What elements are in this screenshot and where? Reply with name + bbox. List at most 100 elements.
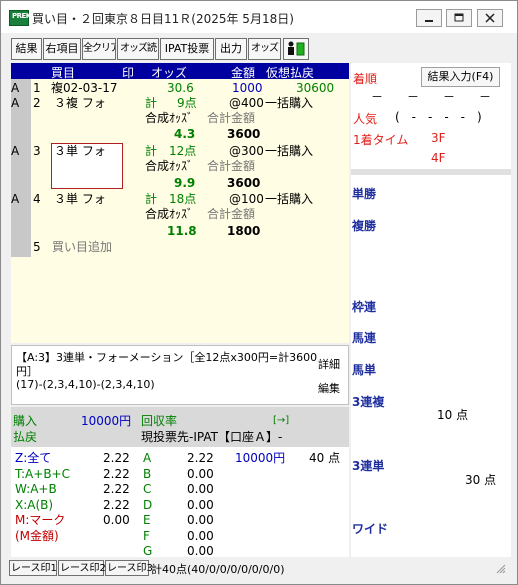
header-mark: 印 — [122, 66, 135, 80]
bet-text: ３単 フォ — [54, 144, 106, 158]
synth-odds-label: 合成ｵｯｽﾞ — [145, 159, 194, 173]
summary-panel: 購入 10000円 回収率 [→] 払戻 現投票先-IPAT【口座Ａ】- Z:全… — [11, 407, 349, 558]
result-input-button[interactable]: 結果入力(F4) — [421, 67, 500, 87]
bulk-buy-link[interactable]: 一括購入 — [265, 192, 313, 207]
mark-odds: 2.22 — [103, 466, 130, 481]
popularity-value: ( - - - - ) — [395, 110, 482, 124]
mark-letter: G — [143, 544, 153, 558]
mark-odds: 0.00 — [103, 513, 130, 527]
mark-letter: B — [143, 466, 152, 481]
mark-letter: D — [143, 497, 153, 512]
place-label: 複勝 — [352, 219, 377, 233]
bet-text: ３単 フォ — [54, 192, 106, 206]
mark-letter: C — [143, 482, 152, 496]
row-index-column-5 — [11, 237, 31, 257]
win-label: 単勝 — [352, 187, 377, 201]
total-amount-value: 3600 — [227, 176, 261, 190]
mark-key[interactable]: Z:全て — [15, 451, 51, 466]
arrival-dashes: － － － － — [371, 90, 492, 104]
right-item-button[interactable]: 右項目 — [43, 38, 81, 60]
count-label: 計 — [145, 144, 158, 158]
count-label: 計 — [145, 192, 158, 206]
mark-letter: E — [143, 513, 151, 527]
resize-grip-icon[interactable] — [496, 564, 506, 574]
minimize-icon — [425, 20, 433, 22]
mark-points: 40 点 — [309, 451, 341, 465]
synth-odds-value: 4.3 — [174, 127, 196, 141]
amount-value: 1000 — [232, 81, 263, 95]
popularity-label: 人気 — [353, 112, 378, 126]
row-kind: A — [11, 144, 20, 158]
status-bar: レース印1 レース印2 レース印3 計40点(40/0/0/0/0/0/0/0) — [9, 559, 509, 577]
row-kind: A — [11, 192, 20, 206]
app-logo-icon: PREK — [9, 10, 31, 26]
purchase-label: 購入 — [13, 414, 38, 428]
payout-value: 30600 — [296, 81, 335, 95]
race-mark-tab-1[interactable]: レース印1 — [9, 560, 57, 576]
trifecta-points: 30 点 — [465, 473, 497, 487]
toolbar: 結果 右項目 全クリア オッズ読 IPAT投票 出力 オッズ — [1, 35, 517, 61]
header-bet: 買目 — [51, 66, 76, 80]
bet-text: ３複 フォ — [54, 96, 106, 110]
mark-value: 0.00 — [187, 497, 214, 512]
f4-label: 4F — [431, 151, 446, 165]
synth-odds-label: 合成ｵｯｽﾞ — [145, 207, 194, 221]
total-amount-label: 合計金額 — [207, 159, 256, 173]
close-icon — [485, 13, 495, 23]
bet-detail-box: 【A:3】3連単・フォーメーション［全12点x300円=計3600 円］ (17… — [11, 345, 349, 405]
result-tab-button[interactable]: 結果 — [11, 38, 42, 60]
detail-line-1: 【A:3】3連単・フォーメーション［全12点x300円=計3600 — [16, 351, 318, 364]
odds-read-button[interactable]: オッズ読 — [117, 38, 159, 60]
race-mark-tab-3[interactable]: レース印3 — [105, 560, 153, 576]
ipat-vote-button[interactable]: IPAT投票 — [160, 38, 214, 60]
mark-key[interactable]: T:A+B+C — [15, 467, 70, 482]
header-amount: 金額 — [231, 66, 256, 80]
vote-destination: 現投票先-IPAT【口座Ａ】- — [141, 430, 283, 444]
title-bar[interactable]: PREK 買い目・２回東京８日目11Ｒ(2025年 5月18日) — [1, 1, 517, 33]
edit-button[interactable]: 編集 — [318, 381, 340, 396]
arrival-order-label: 着順 — [353, 72, 378, 86]
bulk-buy-link[interactable]: 一括購入 — [265, 96, 313, 111]
clear-all-button[interactable]: 全クリア — [82, 38, 116, 60]
mark-key[interactable]: W:A+B — [15, 482, 57, 497]
count-label: 計 — [145, 96, 158, 110]
row-number: 4 — [33, 192, 41, 206]
mark-value: 2.22 — [187, 451, 214, 465]
mark-odds: 2.22 — [103, 497, 130, 512]
trio-points: 10 点 — [437, 408, 469, 422]
minimize-button[interactable] — [416, 9, 442, 27]
race-mark-tab-2[interactable]: レース印2 — [58, 560, 106, 576]
mark-value: 0.00 — [187, 528, 214, 543]
mark-key[interactable]: (M金額) — [15, 529, 59, 544]
count-value: 12点 — [169, 144, 197, 158]
maximize-button[interactable] — [446, 9, 472, 27]
status-text: 計40点(40/0/0/0/0/0/0/0) — [151, 563, 285, 576]
row-number: 5 — [33, 240, 41, 254]
mark-odds: 2.22 — [103, 482, 130, 496]
synth-odds-value: 11.8 — [167, 224, 197, 238]
synth-odds-value: 9.9 — [174, 176, 196, 190]
detail-button[interactable]: 詳細 — [318, 357, 340, 372]
recovery-arrow-button[interactable]: [→] — [273, 413, 289, 428]
f3-label: 3F — [431, 131, 446, 145]
unit-value: @400 — [229, 96, 264, 110]
output-button[interactable]: 出力 — [215, 38, 247, 60]
row-kind: A — [11, 81, 20, 95]
panel-separator — [351, 169, 511, 175]
mark-key[interactable]: X:A(B) — [15, 498, 53, 513]
person-button[interactable] — [283, 38, 309, 60]
app-window: PREK 買い目・２回東京８日目11Ｒ(2025年 5月18日) 結果 右項目 … — [0, 0, 518, 585]
detail-line-3: (17)-(2,3,4,10)-(2,3,4,10) — [16, 378, 155, 391]
total-amount-value: 1800 — [227, 224, 261, 238]
close-button[interactable] — [477, 9, 503, 27]
purchase-value: 10000円 — [81, 414, 132, 428]
window-title: 買い目・２回東京８日目11Ｒ(2025年 5月18日) — [32, 12, 294, 26]
row-number: 2 — [33, 96, 41, 110]
bulk-buy-link[interactable]: 一括購入 — [265, 144, 313, 159]
quinella-place-label: ワイド — [352, 522, 389, 536]
mark-key[interactable]: M:マーク — [15, 513, 65, 528]
odds-button[interactable]: オッズ — [248, 38, 281, 60]
add-bet-link[interactable]: 買い目追加 — [52, 240, 112, 255]
mark-letter: A — [143, 451, 152, 465]
bet-list-panel[interactable]: 買目 印 オッズ 金額 仮想払戻 A 1 複02-03-17 30.6 1000… — [11, 63, 349, 343]
